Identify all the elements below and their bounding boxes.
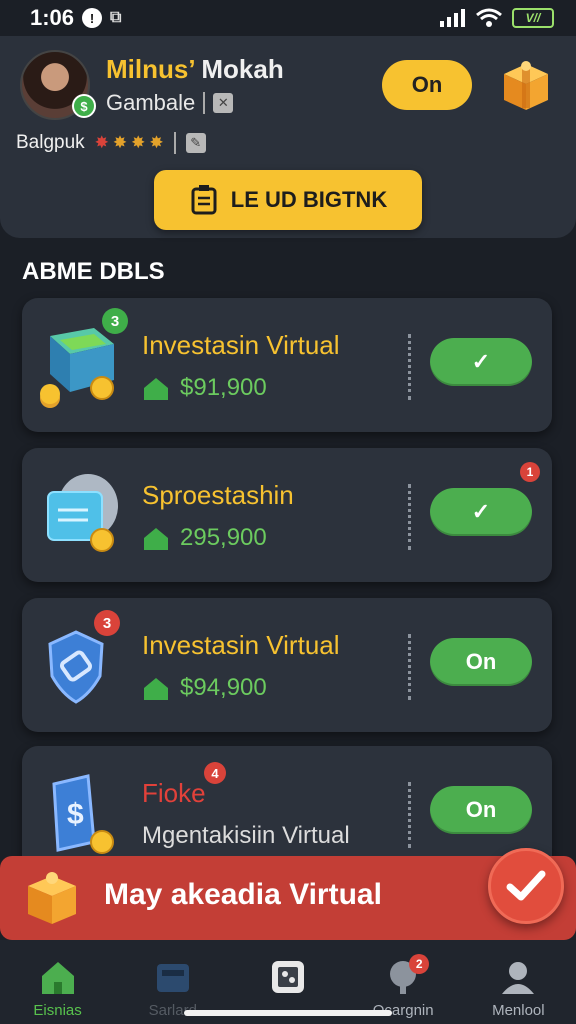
- card-subtitle: Mgentakisiin Virtual: [142, 822, 350, 849]
- house-icon: [144, 528, 168, 550]
- check-toggle-button[interactable]: ✓: [430, 488, 532, 536]
- card-amount-row: 295,900: [142, 524, 267, 552]
- divider: [408, 782, 411, 848]
- cta-button[interactable]: LE UD BIGTNK: [154, 170, 422, 230]
- check-toggle-button[interactable]: ✓: [430, 338, 532, 386]
- section-title: ABME DBLS: [22, 258, 165, 285]
- vault-icon: [47, 474, 118, 552]
- card-amount-row: $91,900: [142, 374, 267, 402]
- wifi-icon: [476, 8, 502, 27]
- star-icon: ✸: [149, 133, 164, 152]
- list-item[interactable]: 3 Investasin Virtual $91,900 ✓: [22, 298, 552, 432]
- info-icon[interactable]: ✎: [185, 133, 206, 153]
- house-icon: [144, 678, 168, 700]
- gift-icon[interactable]: [498, 56, 554, 112]
- promo-label: May akeadia Virtual: [104, 878, 382, 911]
- wallet-icon: [156, 964, 189, 992]
- nav-item-profile[interactable]: Menlool: [470, 958, 566, 1019]
- signal-icon: [440, 9, 465, 27]
- edit-icon[interactable]: ✕: [213, 93, 234, 113]
- rating-stars: ✸ ✸ ✸ ✸: [95, 133, 164, 153]
- sim-icon: ⧉: [110, 9, 122, 26]
- status-right: V//: [440, 8, 554, 28]
- profile-header: $ Milnus’ Mokah Gambale ✕ Balgpuk ✸ ✸ ✸ …: [0, 36, 576, 238]
- alert-icon: !: [82, 8, 103, 28]
- document-icon: [191, 185, 217, 215]
- svg-text:$: $: [67, 798, 84, 831]
- notification-badge: 1: [520, 462, 540, 482]
- notification-badge: 3: [94, 610, 120, 636]
- home-icon: [41, 962, 74, 994]
- user-first-name: Milnus’: [106, 54, 195, 84]
- user-subtitle: Gambale: [106, 90, 196, 115]
- nav-item-home[interactable]: Eisnias: [10, 958, 106, 1019]
- check-icon: [506, 870, 546, 901]
- user-subtitle-row: Gambale ✕: [106, 90, 234, 116]
- house-icon: [144, 378, 168, 400]
- list-item[interactable]: 1 Sproestashin 295,900 ✓: [22, 448, 552, 582]
- divider: [408, 634, 411, 700]
- card-amount-row: $94,900: [142, 674, 267, 702]
- promo-banner[interactable]: May akeadia Virtual: [0, 848, 576, 940]
- card-title: Investasin Virtual: [142, 630, 340, 660]
- star-icon: ✸: [94, 133, 109, 152]
- list-item[interactable]: 3 Investasin Virtual $94,900 On: [22, 598, 552, 732]
- rating-row: Balgpuk ✸ ✸ ✸ ✸ ✎: [16, 132, 206, 154]
- nav-item-scan[interactable]: [240, 958, 336, 1002]
- status-time: 1:06: [30, 5, 75, 30]
- user-name: Milnus’ Mokah: [106, 54, 284, 85]
- status-bar: 1:06 ! ⧉ V//: [0, 0, 576, 36]
- home-indicator[interactable]: [184, 1010, 392, 1016]
- star-icon: ✸: [131, 133, 146, 152]
- divider: [173, 132, 176, 154]
- divider: [408, 334, 411, 400]
- nav-label: Menlool: [492, 1002, 545, 1019]
- rating-label: Balgpuk: [16, 132, 85, 153]
- card-title: Investasin Virtual: [142, 330, 340, 360]
- scan-icon: [271, 961, 304, 993]
- cta-label: LE UD BIGTNK: [230, 187, 388, 212]
- divider: [203, 92, 206, 114]
- count-badge: 3: [102, 308, 128, 334]
- user-last-name: Mokah: [201, 54, 284, 84]
- user-icon: [502, 962, 535, 994]
- card-title: Fioke: [142, 778, 206, 808]
- status-left: 1:06 ! ⧉: [30, 5, 121, 31]
- card-amount: $94,900: [180, 674, 267, 701]
- on-toggle-button[interactable]: On: [430, 638, 532, 686]
- nav-label: Eisnias: [33, 1002, 82, 1019]
- battery-icon: V//: [512, 8, 554, 28]
- verified-badge-icon: $: [72, 94, 96, 118]
- divider: [408, 484, 411, 550]
- star-icon: ✸: [112, 133, 128, 152]
- confirm-check-button[interactable]: [488, 848, 564, 924]
- card-amount: $91,900: [180, 374, 267, 401]
- dollar-card-icon: $: [52, 774, 114, 854]
- notification-badge: 2: [409, 954, 430, 974]
- card-amount: 295,900: [180, 524, 267, 551]
- status-toggle-button[interactable]: On: [382, 60, 472, 110]
- notification-badge: 4: [204, 762, 226, 784]
- gift-icon: [28, 872, 76, 924]
- on-toggle-button[interactable]: On: [430, 786, 532, 834]
- card-title: Sproestashin: [142, 480, 294, 510]
